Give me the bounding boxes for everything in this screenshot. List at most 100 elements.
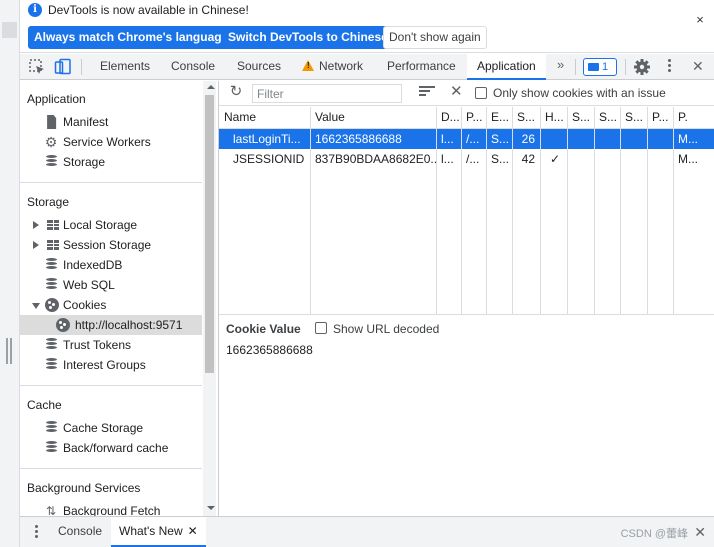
- column-header-priority[interactable]: P.: [673, 107, 714, 128]
- sidebar-item-web-sql[interactable]: Web SQL: [20, 275, 202, 295]
- sidebar-item-label: Local Storage: [63, 218, 138, 232]
- tab-network[interactable]: ! Network: [292, 54, 373, 80]
- database-icon: [45, 155, 59, 169]
- drawer-menu-icon[interactable]: [35, 525, 39, 541]
- column-header-expires[interactable]: E...: [486, 107, 512, 128]
- sidebar-item-label: Manifest: [63, 115, 109, 129]
- column-header-size[interactable]: S...: [512, 107, 540, 128]
- sidebar-item-cookie-origin[interactable]: http://localhost:9571: [20, 315, 202, 335]
- expand-arrow-icon[interactable]: [33, 241, 39, 249]
- column-header-path[interactable]: P...: [461, 107, 486, 128]
- dont-show-again-button[interactable]: Don't show again: [383, 26, 487, 49]
- database-icon: [45, 278, 59, 292]
- cell-path: /...: [466, 152, 480, 166]
- tab-performance[interactable]: Performance: [377, 54, 466, 80]
- column-divider[interactable]: [310, 107, 311, 315]
- collapse-arrow-icon[interactable]: [32, 303, 40, 309]
- devtools-window: i DevTools is now available in Chinese! …: [20, 0, 714, 547]
- column-header-httponly[interactable]: H...: [540, 107, 567, 128]
- sidebar-item-session-storage[interactable]: Session Storage: [20, 235, 202, 255]
- delete-selected-icon[interactable]: ✕: [450, 84, 463, 100]
- column-divider[interactable]: [620, 107, 621, 315]
- column-divider[interactable]: [540, 107, 541, 315]
- close-drawer-icon[interactable]: ✕: [694, 524, 706, 541]
- column-divider[interactable]: [673, 107, 674, 315]
- table-row[interactable]: JSESSIONID 837B90BDAA8682E0... l... /...…: [219, 149, 714, 169]
- column-divider[interactable]: [567, 107, 568, 315]
- switch-to-chinese-button[interactable]: Switch DevTools to Chinese: [222, 26, 394, 49]
- cell-size: 42: [521, 152, 535, 166]
- table-row[interactable]: lastLoginTi... 1662365886688 l... /... S…: [219, 129, 714, 149]
- only-issues-checkbox[interactable]: [475, 87, 487, 99]
- sidebar-item-back-forward-cache[interactable]: Back/forward cache: [20, 438, 202, 458]
- column-divider[interactable]: [486, 107, 487, 315]
- column-divider[interactable]: [647, 107, 648, 315]
- main-toolbar: Elements Console Sources ! Network Perfor…: [20, 54, 714, 80]
- database-icon: [45, 258, 59, 272]
- column-header-sameparty[interactable]: S...: [620, 107, 647, 128]
- settings-gear-icon[interactable]: [633, 58, 651, 76]
- resize-grip[interactable]: [6, 338, 12, 364]
- expand-arrow-icon[interactable]: [33, 221, 39, 229]
- customize-menu-icon[interactable]: [668, 59, 672, 75]
- column-divider[interactable]: [461, 107, 462, 315]
- device-toolbar-icon[interactable]: [54, 58, 72, 76]
- column-header-name[interactable]: Name: [219, 107, 310, 128]
- database-icon: [45, 441, 59, 455]
- sidebar-item-trust-tokens[interactable]: Trust Tokens: [20, 335, 202, 355]
- sidebar-item-local-storage[interactable]: Local Storage: [20, 215, 202, 235]
- column-header-partition-key[interactable]: P...: [647, 107, 673, 128]
- cookie-icon: [56, 318, 70, 332]
- sidebar-item-storage[interactable]: Storage: [20, 152, 202, 172]
- bottom-drawer: Console What's New ✕ ✕ CSDN @蕾峰: [20, 516, 714, 547]
- cell-value: 1662365886688: [315, 132, 402, 146]
- sidebar-item-label: Interest Groups: [63, 358, 146, 372]
- tab-elements[interactable]: Elements: [90, 54, 160, 80]
- sidebar-item-manifest[interactable]: Manifest: [20, 112, 202, 132]
- column-header-secure[interactable]: S...: [567, 107, 594, 128]
- column-header-samesite[interactable]: S...: [594, 107, 620, 128]
- column-header-domain[interactable]: D...: [436, 107, 461, 128]
- always-match-language-button[interactable]: Always match Chrome's language: [28, 26, 235, 49]
- filter-input[interactable]: [252, 84, 402, 103]
- column-divider[interactable]: [436, 107, 437, 315]
- show-url-decoded-checkbox[interactable]: [315, 322, 327, 334]
- close-tab-icon[interactable]: ✕: [188, 524, 198, 538]
- infobar-close-icon[interactable]: ×: [694, 13, 706, 26]
- sidebar-item-interest-groups[interactable]: Interest Groups: [20, 355, 202, 375]
- show-url-decoded-label: Show URL decoded: [333, 322, 440, 336]
- drawer-tab-whats-new[interactable]: What's New ✕: [111, 517, 206, 547]
- scroll-up-arrow-icon[interactable]: [207, 85, 215, 89]
- drawer-tab-label: What's New: [119, 524, 183, 538]
- issues-badge[interactable]: 1: [583, 58, 617, 76]
- column-divider[interactable]: [594, 107, 595, 315]
- sidebar-item-label: http://localhost:9571: [75, 318, 183, 332]
- drawer-tab-console[interactable]: Console: [50, 517, 110, 547]
- sidebar-item-service-workers[interactable]: ⚙ Service Workers: [20, 132, 202, 152]
- sidebar-item-label: Background Fetch: [63, 504, 161, 516]
- refresh-icon[interactable]: ↻: [229, 84, 243, 99]
- cookie-value-title: Cookie Value: [226, 322, 301, 336]
- sidebar-item-label: Service Workers: [63, 135, 151, 149]
- sidebar-item-label: Cache Storage: [63, 421, 144, 435]
- sidebar-item-indexeddb[interactable]: IndexedDB: [20, 255, 202, 275]
- tab-console[interactable]: Console: [161, 54, 225, 80]
- cell-size: 26: [521, 132, 535, 146]
- sidebar-item-cache-storage[interactable]: Cache Storage: [20, 418, 202, 438]
- column-header-value[interactable]: Value: [310, 107, 436, 128]
- sidebar-item-label: Web SQL: [63, 278, 115, 292]
- page-gutter: [0, 0, 20, 547]
- sidebar-item-label: Back/forward cache: [63, 441, 169, 455]
- tab-sources[interactable]: Sources: [227, 54, 291, 80]
- sidebar-item-background-fetch[interactable]: ⇅ Background Fetch: [20, 501, 202, 516]
- inspect-element-icon[interactable]: [28, 58, 46, 76]
- scroll-down-arrow-icon[interactable]: [207, 506, 215, 510]
- column-divider[interactable]: [512, 107, 513, 315]
- tab-application[interactable]: Application: [467, 54, 546, 80]
- cell-domain: l...: [441, 152, 454, 166]
- sidebar-item-cookies[interactable]: Cookies: [20, 295, 202, 315]
- sidebar-scrollbar-thumb[interactable]: [205, 95, 214, 373]
- more-tabs-icon[interactable]: »: [557, 57, 564, 72]
- clear-all-cookies-icon[interactable]: [419, 86, 435, 100]
- close-devtools-icon[interactable]: ✕: [692, 58, 704, 75]
